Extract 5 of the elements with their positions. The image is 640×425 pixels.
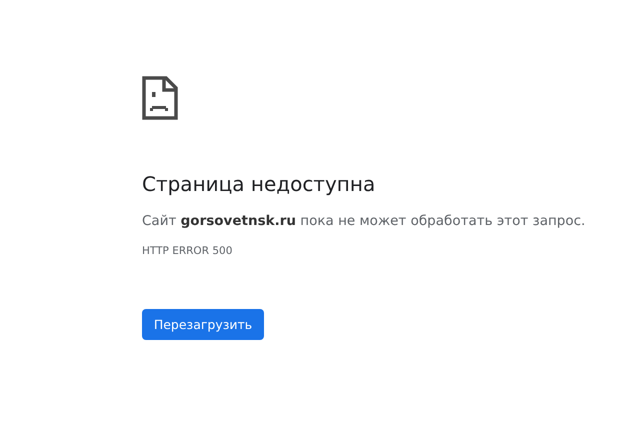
- sad-page-icon: [142, 76, 178, 120]
- reload-button[interactable]: Перезагрузить: [142, 309, 264, 340]
- error-code: HTTP ERROR 500: [142, 245, 232, 257]
- error-message: Сайт gorsovetnsk.ru пока не может обработать этот запрос.: [142, 213, 586, 229]
- page-heading: Страница недоступна: [142, 172, 376, 196]
